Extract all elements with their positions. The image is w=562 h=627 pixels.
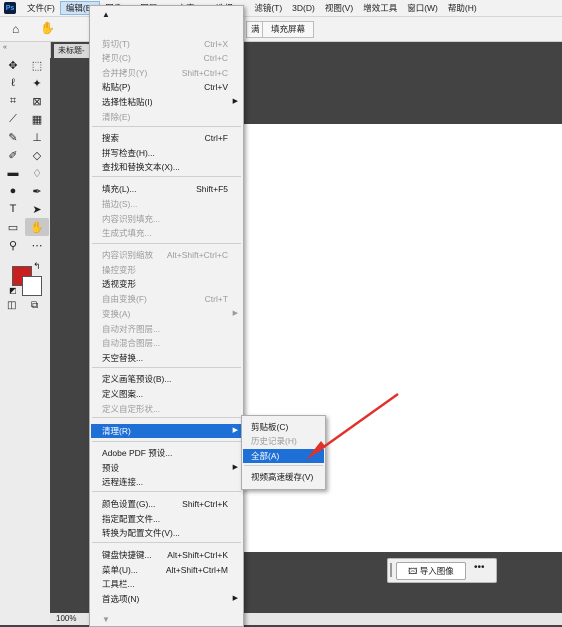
annotation-arrow (306, 392, 399, 460)
annotation-arrow-line (317, 392, 399, 453)
annotation-arrow-head (306, 441, 326, 460)
